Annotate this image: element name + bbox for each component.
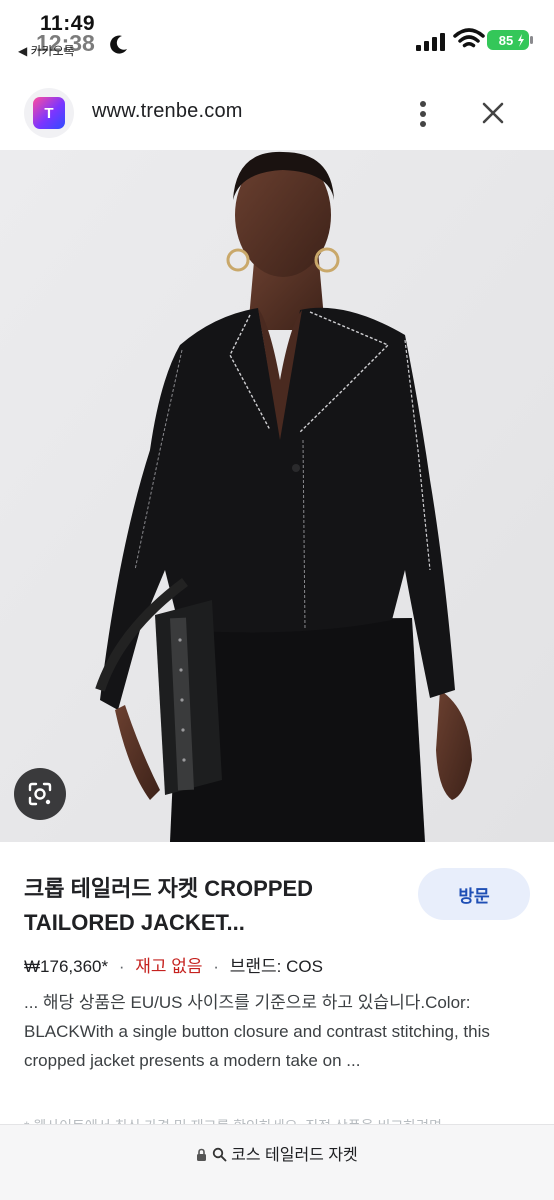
search-query: 코스 테일러드 자켓 [231,1147,358,1164]
status-time: 11:49 [40,12,96,35]
bottom-search-bar[interactable]: 코스 테일러드 자켓 [0,1124,554,1200]
product-image[interactable] [0,150,554,842]
trenbe-logo-icon: T [33,97,65,129]
battery-icon: 85 [487,30,533,50]
moon-icon [110,35,127,54]
product-meta: ₩176,360* · 재고 없음 · 브랜드: COS [24,952,323,977]
bottom-search-query-row[interactable]: 코스 테일러드 자켓 [0,1141,554,1165]
site-logo: T [24,88,74,138]
lock-icon [197,1148,207,1161]
google-lens-button[interactable] [14,768,66,820]
product-description: ... 해당 상품은 EU/US 사이즈를 기준으로 하고 있습니다.Color… [24,993,490,1070]
cellular-signal-icon [416,33,445,51]
browser-url-bar: T www.trenbe.com [0,78,554,150]
meta-separator: · [213,957,219,976]
product-title[interactable]: 크롭 테일러드 자켓 CROPPED TAILORED JACKET... [24,872,394,940]
product-price: ₩176,360* [24,957,109,976]
battery-level: 85 [499,33,513,48]
visit-button[interactable]: 방문 [418,868,530,920]
stock-status: 재고 없음 [135,957,203,976]
page-url[interactable]: www.trenbe.com [92,100,243,123]
model-in-cropped-jacket-image [0,150,554,842]
wifi-icon [453,28,485,48]
close-icon[interactable] [478,98,508,128]
status-bar: 12:38 11:49 ◀ 카카오톡 85 [0,0,554,66]
search-result-card: 크롭 테일러드 자켓 CROPPED TAILORED JACKET... 방문… [0,842,554,1126]
back-to-app-link[interactable]: ◀ 카카오톡 [18,42,75,59]
meta-separator: · [118,957,125,976]
lens-search-icon [28,782,52,806]
product-brand: 브랜드: COS [229,957,323,976]
more-options-icon[interactable] [410,96,436,132]
search-icon [212,1147,227,1162]
